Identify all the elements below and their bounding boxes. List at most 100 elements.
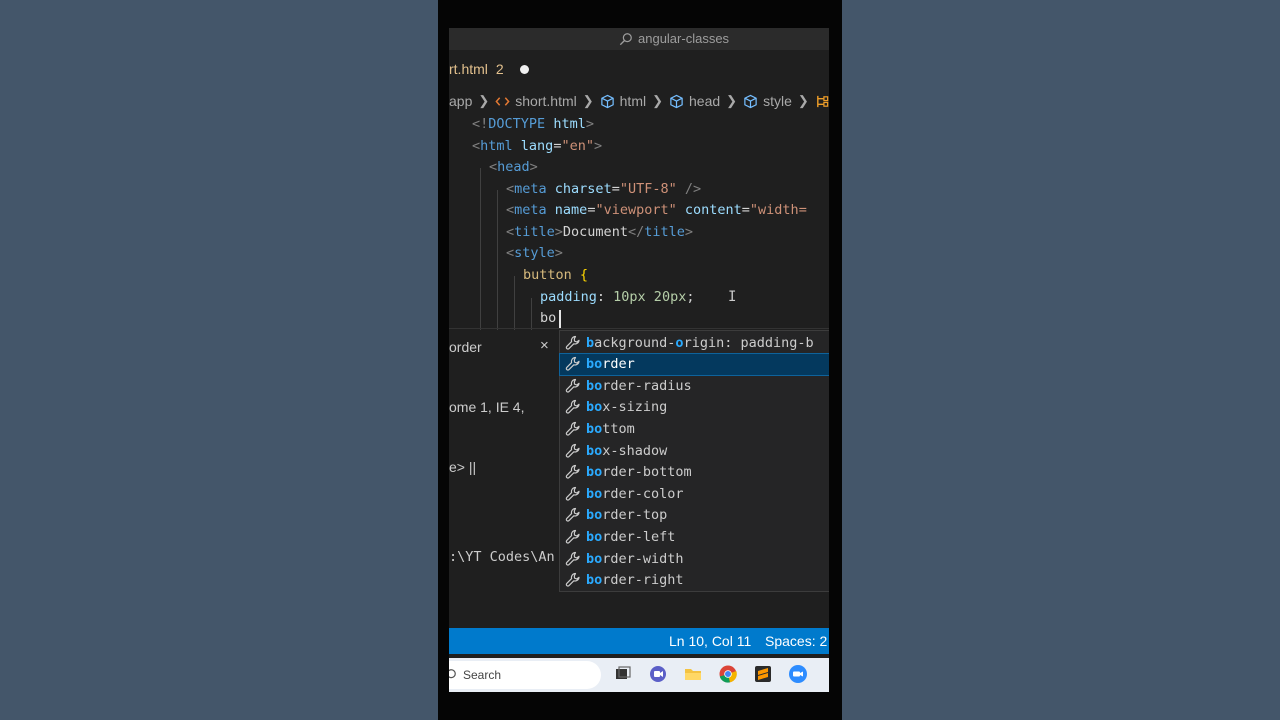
- autocomplete-list[interactable]: b ackground-o rigin: padding-b bo rder bo rder…: [559, 330, 829, 592]
- autocomplete-item-text: rigin: padding-b: [683, 334, 814, 351]
- css-rule-icon: [816, 95, 829, 107]
- taskbar-search[interactable]: Search: [449, 661, 601, 689]
- autocomplete-item-text: x-shadow: [602, 442, 668, 459]
- text-cursor: [559, 310, 561, 328]
- autocomplete-item[interactable]: bo x-shadow: [560, 440, 829, 461]
- code-line-2: <html lang="en">: [472, 138, 603, 154]
- autocomplete-item[interactable]: bo rder-top: [560, 505, 829, 526]
- autocomplete-item[interactable]: bo rder-color: [560, 483, 829, 504]
- breadcrumb-item-rule[interactable]: [815, 94, 829, 109]
- tab-filename: rt.html: [449, 61, 488, 77]
- indent-guide: [480, 168, 481, 348]
- autocomplete-item-text: rder-radius: [602, 377, 692, 394]
- terminal-path: :\YT Codes\An: [449, 549, 555, 565]
- autocomplete-item-text: rder-left: [602, 528, 676, 545]
- property-wrench-icon: [565, 335, 580, 350]
- chevron-right-icon: ❯: [726, 93, 738, 108]
- chat-icon[interactable]: [648, 664, 668, 684]
- property-wrench-icon: [565, 400, 580, 414]
- taskbar-search-placeholder: Search: [463, 668, 502, 682]
- autocomplete-item[interactable]: bo rder-width: [560, 548, 829, 569]
- autocomplete-item-text: bo: [586, 420, 603, 437]
- property-wrench-icon: [565, 356, 580, 371]
- autocomplete-item-text: bo: [586, 377, 603, 394]
- autocomplete-item-text: rder-width: [602, 550, 684, 567]
- code-line-9: padding: 10px 20px;: [540, 289, 695, 305]
- autocomplete-item-text: bo: [586, 572, 603, 589]
- suggestion-details-panel: order × ome 1, IE 4, e> || :\YT Codes\An: [449, 330, 561, 565]
- breadcrumb-item-style[interactable]: style: [743, 93, 792, 109]
- autocomplete-item-text: rder-color: [602, 485, 684, 502]
- chrome-icon[interactable]: [718, 664, 738, 684]
- command-center[interactable]: angular-classes: [619, 31, 729, 46]
- mouse-ibeam-icon: I: [728, 289, 737, 305]
- property-wrench-icon: [565, 421, 580, 436]
- close-icon[interactable]: ×: [540, 337, 549, 354]
- autocomplete-item[interactable]: bo rder-bottom: [560, 462, 829, 483]
- property-wrench-icon: [565, 378, 580, 393]
- property-wrench-icon: [565, 464, 580, 479]
- autocomplete-item-text: bo: [586, 464, 603, 481]
- search-icon: [619, 32, 632, 45]
- breadcrumb: app ❯ short.html ❯ html ❯ head ❯ style ❯: [449, 90, 829, 112]
- autocomplete-item-text: rder-bottom: [602, 464, 692, 481]
- code-line-3: <head>: [489, 159, 538, 175]
- autocomplete-item-text: rder-right: [602, 572, 684, 589]
- property-wrench-icon: [565, 508, 580, 522]
- autocomplete-item-text: ackground-: [594, 334, 676, 351]
- background-left: [0, 0, 438, 720]
- zoom-icon[interactable]: [788, 664, 808, 684]
- property-wrench-icon: [565, 572, 580, 587]
- autocomplete-item-text: ttom: [602, 420, 635, 437]
- tab-short-html[interactable]: rt.html 2: [449, 50, 539, 88]
- code-line-10: bo: [540, 310, 557, 326]
- sublime-icon[interactable]: [753, 664, 773, 684]
- autocomplete-item-text: bo: [586, 399, 603, 416]
- autocomplete-item-text: bo: [586, 550, 603, 567]
- editor-divider: [449, 328, 829, 329]
- autocomplete-item[interactable]: bo rder: [559, 352, 829, 376]
- property-wrench-icon: [565, 529, 580, 544]
- cursor-position[interactable]: Ln 10, Col 11: [669, 633, 751, 649]
- autocomplete-item-text: x-sizing: [602, 399, 668, 416]
- unsaved-dot-icon[interactable]: [519, 64, 529, 74]
- file-explorer-icon[interactable]: [683, 664, 703, 684]
- indentation-setting[interactable]: Spaces: 2: [765, 633, 827, 649]
- code-editor[interactable]: <!DOCTYPE html> <html lang="en"> <head> …: [449, 114, 829, 348]
- breadcrumb-item-file[interactable]: short.html: [495, 93, 577, 109]
- property-wrench-icon: [565, 551, 580, 566]
- autocomplete-item-text: bo: [586, 507, 603, 524]
- background-right: [842, 0, 1280, 720]
- autocomplete-item[interactable]: bo rder-radius: [560, 375, 829, 396]
- breadcrumb-item-head[interactable]: head: [669, 93, 720, 109]
- title-bar: angular-classes: [449, 28, 829, 50]
- breadcrumb-item-html[interactable]: html: [600, 93, 646, 109]
- property-wrench-icon: [565, 486, 580, 501]
- windows-taskbar: Search: [449, 658, 829, 692]
- code-line-8: button {: [523, 267, 589, 283]
- code-line-5: <meta name="viewport" content="width=: [506, 202, 807, 218]
- breadcrumb-item-app[interactable]: app: [449, 93, 472, 109]
- autocomplete-item-text: bo: [586, 356, 603, 373]
- search-icon: [449, 669, 456, 679]
- autocomplete-item[interactable]: bo ttom: [560, 418, 829, 439]
- autocomplete-item[interactable]: bo x-sizing: [560, 397, 829, 418]
- indent-guide: [497, 190, 498, 348]
- task-view-icon[interactable]: [613, 664, 633, 684]
- element-cube-icon: [670, 94, 683, 108]
- autocomplete-item[interactable]: bo rder-right: [560, 570, 829, 591]
- status-bar: Ln 10, Col 11 Spaces: 2: [449, 628, 829, 654]
- autocomplete-item-text: bo: [586, 528, 603, 545]
- autocomplete-item[interactable]: bo rder-left: [560, 526, 829, 547]
- chevron-right-icon: ❯: [582, 93, 594, 108]
- autocomplete-item[interactable]: b ackground-o rigin: padding-b: [560, 332, 829, 353]
- autocomplete-item-text: rder: [602, 356, 635, 373]
- vscode-window: angular-classes rt.html 2 app ❯ short.ht…: [449, 28, 829, 692]
- autocomplete-item-text: rder-top: [602, 507, 668, 524]
- property-wrench-icon: [565, 443, 580, 458]
- chevron-right-icon: ❯: [652, 93, 663, 108]
- chevron-right-icon: ❯: [797, 93, 809, 108]
- chevron-right-icon: ❯: [478, 93, 490, 108]
- code-line-7: <style>: [506, 245, 563, 261]
- code-line-4: <meta charset="UTF-8" />: [506, 181, 702, 197]
